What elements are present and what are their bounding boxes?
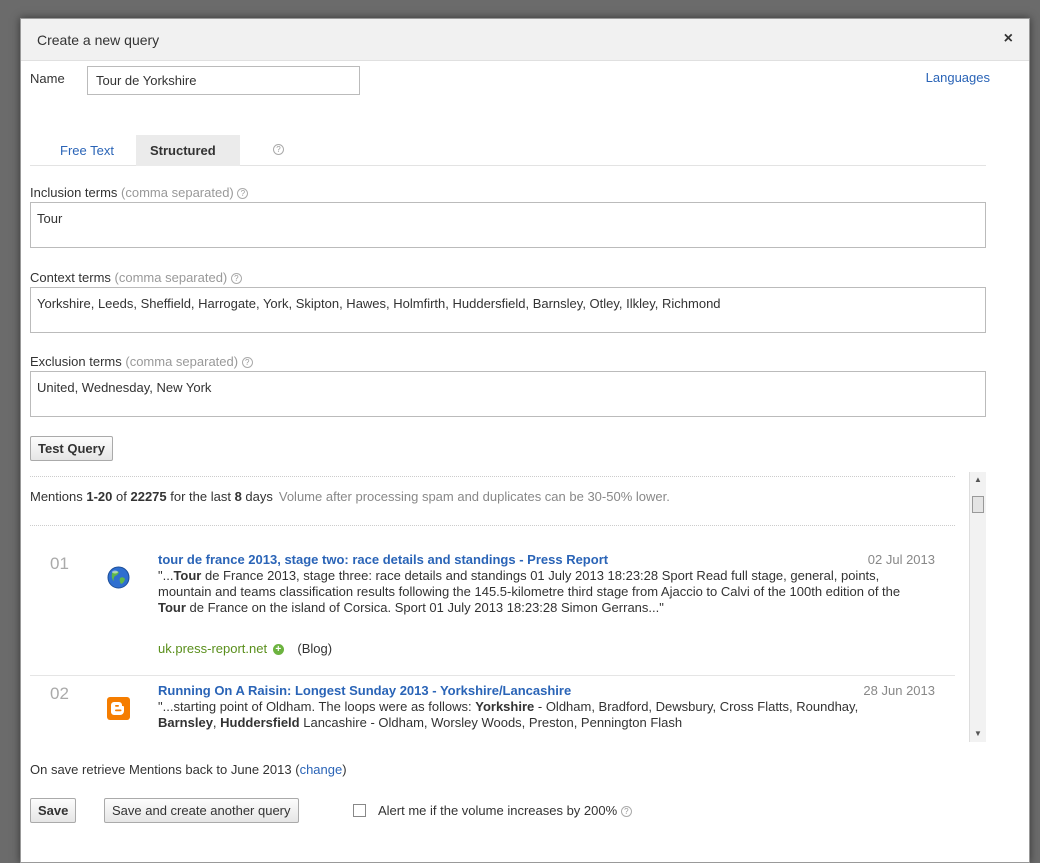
snippet-text: "... — [158, 568, 174, 583]
result-item: 01 tour de france 2013, stage two: race … — [30, 550, 955, 690]
scroll-down-arrow-icon[interactable]: ▼ — [970, 726, 986, 742]
divider — [30, 675, 955, 676]
inclusion-terms-input[interactable]: Tour — [30, 202, 986, 248]
snippet-highlight: Yorkshire — [475, 699, 535, 714]
help-icon[interactable]: ? — [237, 188, 249, 200]
mentions-summary: Mentions 1-20 of 22275 for the last 8 da… — [30, 489, 670, 504]
help-icon[interactable]: ? — [241, 357, 253, 369]
alert-label: Alert me if the volume increases by 200%… — [378, 803, 632, 818]
alert-checkbox[interactable] — [353, 804, 366, 817]
result-date: 28 Jun 2013 — [863, 683, 935, 698]
context-label-text: Context terms — [30, 270, 111, 285]
name-label: Name — [30, 71, 65, 86]
mentions-prefix: Mentions — [30, 489, 87, 504]
result-number: 01 — [50, 554, 69, 573]
result-title-link[interactable]: Running On A Raisin: Longest Sunday 2013… — [158, 683, 571, 698]
snippet-text: - Oldham, Bradford, Dewsbury, Cross Flat… — [534, 699, 859, 714]
snippet-text: "...starting point of Oldham. The loops … — [158, 699, 476, 714]
query-tabs: Free Text Structured ? — [30, 135, 986, 166]
dialog-header: Create a new query × — [21, 19, 1029, 61]
scroll-thumb[interactable] — [972, 496, 984, 513]
save-retrieve-text: On save retrieve Mentions back to June 2… — [30, 762, 296, 777]
source-type: (Blog) — [297, 641, 333, 656]
result-source: uk.press-report.net + (Blog) — [158, 641, 332, 656]
close-icon[interactable]: × — [1004, 30, 1013, 48]
mentions-range: 1-20 — [86, 489, 113, 504]
save-button[interactable]: Save — [30, 798, 77, 823]
inclusion-hint: (comma separated) — [121, 185, 234, 200]
result-date: 02 Jul 2013 — [867, 552, 935, 567]
globe-icon — [107, 566, 130, 589]
help-icon[interactable]: ? — [273, 144, 284, 155]
mentions-of: of — [112, 489, 131, 504]
snippet-highlight: Tour — [158, 600, 186, 615]
dialog-title: Create a new query — [37, 32, 160, 48]
help-icon[interactable]: ? — [230, 273, 242, 285]
result-title-link[interactable]: tour de france 2013, stage two: race det… — [158, 552, 608, 567]
result-number: 02 — [50, 684, 69, 703]
snippet-text: de France 2013, stage three: race detail… — [158, 568, 901, 599]
result-item: 02 Running On A Raisin: Longest Sunday 2… — [30, 681, 955, 742]
exclusion-label: Exclusion terms (comma separated) ? — [30, 354, 253, 369]
name-input[interactable] — [87, 66, 360, 95]
alert-label-text: Alert me if the volume increases by 200% — [378, 803, 618, 818]
divider — [30, 476, 955, 477]
context-terms-input[interactable]: Yorkshire, Leeds, Sheffield, Harrogate, … — [30, 287, 986, 333]
mentions-for: for the last — [166, 489, 235, 504]
results-scrollbar[interactable]: ▲ ▼ — [969, 472, 986, 742]
results-list: Mentions 1-20 of 22275 for the last 8 da… — [30, 472, 955, 742]
inclusion-label: Inclusion terms (comma separated) ? — [30, 185, 249, 200]
name-row: Name Languages — [30, 66, 990, 96]
context-hint: (comma separated) — [114, 270, 228, 285]
exclusion-label-text: Exclusion terms — [30, 354, 122, 369]
exclusion-terms-input[interactable]: United, Wednesday, New York — [30, 371, 986, 417]
mentions-total: 22275 — [130, 489, 167, 504]
test-query-button[interactable]: Test Query — [30, 436, 113, 461]
exclusion-hint: (comma separated) — [125, 354, 239, 369]
save-and-create-another-button[interactable]: Save and create another query — [104, 798, 299, 823]
snippet-highlight: Huddersfield — [220, 715, 300, 730]
scroll-up-arrow-icon[interactable]: ▲ — [970, 472, 986, 488]
result-snippet: "...starting point of Oldham. The loops … — [158, 699, 918, 731]
snippet-highlight: Barnsley — [158, 715, 213, 730]
mentions-days-suffix: days — [241, 489, 273, 504]
languages-link[interactable]: Languages — [926, 70, 990, 85]
change-link[interactable]: change — [300, 762, 343, 777]
mentions-days: 8 — [234, 489, 242, 504]
result-snippet: "...Tour de France 2013, stage three: ra… — [158, 568, 918, 616]
help-icon[interactable]: ? — [620, 806, 632, 818]
results-panel: Mentions 1-20 of 22275 for the last 8 da… — [30, 472, 986, 742]
add-source-icon[interactable]: + — [272, 644, 284, 656]
save-retrieve-line: On save retrieve Mentions back to June 2… — [30, 762, 347, 777]
snippet-highlight: Tour — [173, 568, 202, 583]
snippet-text: de France on the island of Corsica. Spor… — [185, 600, 664, 615]
source-link[interactable]: uk.press-report.net — [158, 641, 267, 656]
context-label: Context terms (comma separated) ? — [30, 270, 242, 285]
tab-free-text[interactable]: Free Text — [46, 135, 128, 166]
tab-structured[interactable]: Structured — [136, 135, 240, 166]
blogger-icon — [107, 697, 130, 720]
inclusion-label-text: Inclusion terms — [30, 185, 118, 200]
snippet-text: Lancashire - Oldham, Worsley Woods, Pres… — [299, 715, 683, 730]
paren-close: ) — [342, 762, 347, 777]
divider — [30, 525, 955, 526]
mentions-note: Volume after processing spam and duplica… — [278, 489, 670, 504]
